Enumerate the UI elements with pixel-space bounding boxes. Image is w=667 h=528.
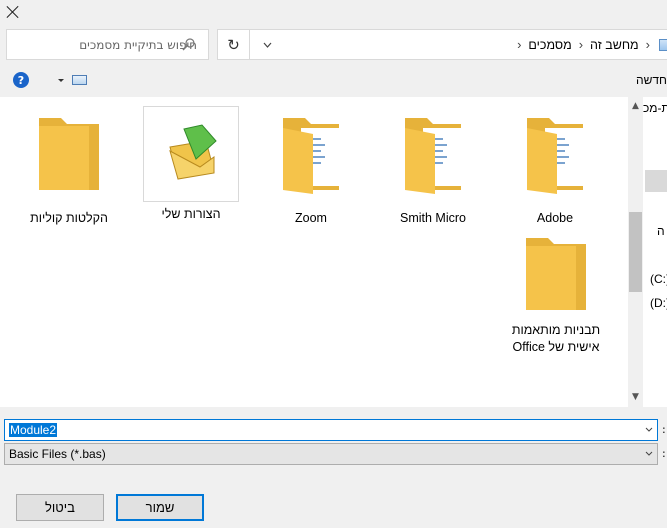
chevron-down-icon[interactable] [645, 450, 653, 458]
scroll-down-icon[interactable]: ▼ [628, 390, 643, 405]
filename-label-colon: : [662, 423, 666, 436]
view-options-dropdown[interactable] [58, 79, 64, 82]
close-icon[interactable] [4, 3, 22, 21]
breadcrumb-this-pc[interactable]: מחשב זה [590, 38, 639, 52]
folder-icon [508, 234, 604, 316]
address-dropdown-button[interactable] [250, 30, 284, 59]
chevron-left-icon: ‹ [517, 37, 522, 52]
chevron-down-icon [263, 42, 271, 48]
item-label: Zoom [295, 211, 327, 225]
scrollbar-thumb[interactable] [629, 212, 642, 292]
filename-field[interactable]: Module2 [4, 419, 658, 441]
list-item-adobe[interactable]: Adobe [507, 114, 603, 227]
nav-item-drive-d[interactable]: (D:) [650, 296, 667, 310]
scroll-up-icon[interactable]: ▲ [628, 99, 643, 114]
list-item-zoom[interactable]: Zoom [263, 114, 359, 227]
item-label: Adobe [536, 211, 574, 225]
filetype-value: Basic Files (*.bas) [9, 447, 106, 461]
new-folder-button[interactable]: חדשה [636, 73, 667, 87]
chevron-down-icon[interactable] [645, 426, 653, 434]
list-item-office-templates[interactable]: תבניות מותאמות אישית של Office [507, 234, 605, 356]
help-icon[interactable]: ? [13, 72, 29, 88]
cancel-button[interactable]: ביטול [16, 494, 104, 521]
save-button[interactable]: שמור [116, 494, 204, 521]
filetype-select[interactable]: Basic Files (*.bas) [4, 443, 658, 465]
nav-item[interactable]: ה [657, 224, 665, 238]
item-label: הצורות שלי [161, 207, 221, 221]
folder-docs-icon [263, 114, 359, 210]
vertical-scrollbar[interactable]: ▲ ▼ [628, 97, 643, 407]
refresh-button[interactable]: ↻ [217, 29, 250, 60]
item-label: תבניות מותאמות אישית של Office [511, 323, 601, 354]
nav-item-drive-c[interactable]: (C:) [650, 272, 667, 286]
search-input[interactable] [47, 37, 197, 52]
item-label: Smith Micro [400, 211, 466, 225]
search-box[interactable] [6, 29, 209, 60]
breadcrumb: ‹ מחשב זה ‹ מסמכים ‹ [510, 30, 667, 59]
filename-value: Module2 [9, 423, 58, 437]
chevron-left-icon: ‹ [578, 37, 584, 52]
nav-item[interactable]: ת-מכ [643, 101, 667, 115]
my-shapes-icon [143, 106, 239, 202]
folder-docs-icon [385, 114, 481, 210]
file-list: Adobe Smith Micro Zoom הצורות שלי הקלטות… [0, 97, 628, 407]
list-item-voice-recordings[interactable]: הקלטות קוליות [21, 114, 117, 227]
filetype-label-colon: : [662, 447, 666, 460]
list-item-my-shapes[interactable]: הצורות שלי [143, 106, 239, 223]
refresh-icon: ↻ [227, 35, 240, 54]
breadcrumb-documents[interactable]: מסמכים [528, 38, 571, 52]
folder-icon [21, 114, 117, 210]
search-icon [182, 38, 195, 51]
address-bar[interactable]: ‹ מחשב זה ‹ מסמכים ‹ [249, 29, 667, 60]
item-label: הקלטות קוליות [30, 211, 108, 225]
computer-icon [659, 38, 667, 51]
folder-docs-icon [507, 114, 603, 210]
chevron-left-icon: ‹ [645, 37, 650, 52]
nav-selected-item[interactable] [645, 170, 667, 192]
view-icon[interactable] [72, 75, 87, 85]
list-item-smith-micro[interactable]: Smith Micro [385, 114, 481, 227]
save-as-dialog: ↻ ‹ מחשב זה ‹ מסמכים ‹ ? חדשה [0, 0, 667, 528]
